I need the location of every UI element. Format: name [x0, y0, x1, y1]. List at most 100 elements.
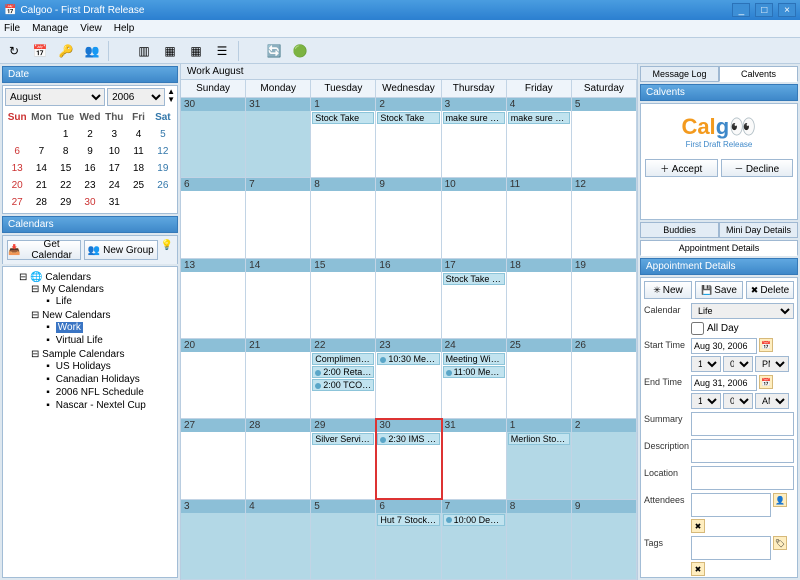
menu-file[interactable]: File — [4, 23, 20, 34]
end-hour[interactable]: 12 — [691, 393, 721, 409]
day-cell[interactable]: 12 — [572, 178, 637, 257]
event[interactable]: make sure Hut 7 ... — [443, 112, 505, 124]
tags-input[interactable] — [691, 536, 771, 560]
day-cell[interactable]: 31 — [442, 419, 507, 498]
day-cell[interactable]: 1Merlion Stock Take — [507, 419, 572, 498]
event[interactable]: Stock Take — [312, 112, 374, 124]
day-cell[interactable]: 302:30 IMS Me... — [376, 419, 441, 498]
day-cell[interactable]: 15 — [311, 259, 376, 338]
day-cell[interactable]: 3make sure Hut 7 ... — [442, 98, 507, 177]
event[interactable]: 2:30 IMS Me... — [377, 433, 439, 445]
calendar-picker-icon[interactable]: 📅 — [759, 375, 773, 389]
tab-calvents[interactable]: Calvents — [719, 66, 798, 82]
calendar-picker-icon[interactable]: 📅 — [759, 338, 773, 352]
add-attendee-icon[interactable]: 👤 — [773, 493, 787, 507]
weekview-icon[interactable]: ▦ — [160, 41, 180, 61]
event[interactable]: Stock Take — [377, 112, 439, 124]
start-hour[interactable]: 11 — [691, 356, 721, 372]
tree-item[interactable]: ▪ US Holidays — [43, 360, 173, 373]
tree-item[interactable]: ▪ Canadian Holidays — [43, 373, 173, 386]
mini-calendar[interactable]: SunMonTueWedThuFriSat 123456789101112131… — [5, 109, 175, 211]
day-cell[interactable]: 7 — [246, 178, 311, 257]
tree-item[interactable]: ▪ Work — [43, 321, 173, 334]
calendar-icon[interactable]: 📅 — [30, 41, 50, 61]
day-cell[interactable]: 8 — [507, 500, 572, 579]
day-cell[interactable]: 22Complimentary L...2:00 Retail S...2:00… — [311, 339, 376, 418]
day-cell[interactable]: 27 — [181, 419, 246, 498]
day-cell[interactable]: 5 — [311, 500, 376, 579]
calendar-tree[interactable]: ⊟ 🌐 Calendars ⊟ My Calendars▪ Life ⊟ New… — [2, 266, 178, 578]
tab-appointment-details[interactable]: Appointment Details — [640, 240, 798, 256]
day-cell[interactable]: 2310:30 Meeti... — [376, 339, 441, 418]
day-cell[interactable]: 1Stock Take — [311, 98, 376, 177]
month-grid[interactable]: 30311Stock Take2Stock Take3make sure Hut… — [181, 98, 637, 580]
day-cell[interactable]: 9 — [572, 500, 637, 579]
tab-miniday[interactable]: Mini Day Details — [719, 222, 798, 238]
day-cell[interactable]: 2Stock Take — [376, 98, 441, 177]
end-date-input[interactable] — [691, 375, 757, 391]
refresh-icon[interactable]: ↻ — [4, 41, 24, 61]
day-cell[interactable]: 13 — [181, 259, 246, 338]
day-cell[interactable]: 11 — [507, 178, 572, 257]
start-date-input[interactable] — [691, 338, 757, 354]
day-cell[interactable]: 6 — [181, 178, 246, 257]
event[interactable]: 10:30 Meeti... — [377, 353, 439, 365]
day-cell[interactable]: 3 — [181, 500, 246, 579]
sync-icon[interactable]: 🔄 — [264, 41, 284, 61]
day-cell[interactable]: 17Stock Take at Hub3 — [442, 259, 507, 338]
attendees-input[interactable] — [691, 493, 771, 517]
end-ampm[interactable]: AM — [755, 393, 789, 409]
people-icon[interactable]: 👥 — [82, 41, 102, 61]
tab-message-log[interactable]: Message Log — [640, 66, 719, 82]
year-spinner[interactable]: ▲▼ — [167, 88, 175, 106]
decline-button[interactable]: － Decline — [721, 159, 794, 177]
accept-button[interactable]: ＋ Accept — [645, 159, 718, 177]
event[interactable]: Hut 7 Stock Take — [377, 514, 439, 526]
day-cell[interactable]: 2 — [572, 419, 637, 498]
menu-manage[interactable]: Manage — [32, 23, 68, 34]
day-cell[interactable]: 710:00 Dept ... — [442, 500, 507, 579]
event[interactable]: make sure Hut 7 ... — [508, 112, 570, 124]
tree-item[interactable]: ▪ Life — [43, 295, 173, 308]
event[interactable]: Silver Service A... — [312, 433, 374, 445]
day-cell[interactable]: 20 — [181, 339, 246, 418]
month-select[interactable]: August — [5, 88, 105, 106]
day-cell[interactable]: 25 — [507, 339, 572, 418]
tab-buddies[interactable]: Buddies — [640, 222, 719, 238]
day-cell[interactable]: 14 — [246, 259, 311, 338]
year-select[interactable]: 2006 — [107, 88, 165, 106]
day-cell[interactable]: 28 — [246, 419, 311, 498]
day-cell[interactable]: 4make sure Hut 7 ... — [507, 98, 572, 177]
day-cell[interactable]: 10 — [442, 178, 507, 257]
dayview-icon[interactable]: ▥ — [134, 41, 154, 61]
day-cell[interactable]: 26 — [572, 339, 637, 418]
google-icon[interactable]: 🟢 — [290, 41, 310, 61]
day-cell[interactable]: 29Silver Service A... — [311, 419, 376, 498]
new-button[interactable]: ✳ New — [644, 281, 692, 299]
menu-help[interactable]: Help — [114, 23, 135, 34]
remove-attendee-icon[interactable]: ✖ — [691, 519, 705, 533]
tree-item[interactable]: ▪ Virtual Life — [43, 334, 173, 347]
day-cell[interactable]: 8 — [311, 178, 376, 257]
new-group-button[interactable]: 👥 New Group — [84, 240, 158, 260]
day-cell[interactable]: 9 — [376, 178, 441, 257]
event[interactable]: 10:00 Dept ... — [443, 514, 505, 526]
day-cell[interactable]: 18 — [507, 259, 572, 338]
day-cell[interactable]: 6Hut 7 Stock Take — [376, 500, 441, 579]
day-cell[interactable]: 30 — [181, 98, 246, 177]
close-button[interactable]: × — [778, 3, 796, 17]
menu-view[interactable]: View — [80, 23, 102, 34]
event[interactable]: Merlion Stock Take — [508, 433, 570, 445]
summary-input[interactable] — [691, 412, 794, 436]
event[interactable]: Complimentary L... — [312, 353, 374, 365]
day-cell[interactable]: 16 — [376, 259, 441, 338]
event[interactable]: 2:00 Retail S... — [312, 366, 374, 378]
delete-button[interactable]: ✖ Delete — [746, 281, 794, 299]
day-cell[interactable]: 5 — [572, 98, 637, 177]
day-cell[interactable]: 24Meeting With KK11:00 Meeti... — [442, 339, 507, 418]
add-tag-icon[interactable]: 🏷 — [773, 536, 787, 550]
key-icon[interactable]: 🔑 — [56, 41, 76, 61]
save-button[interactable]: 💾 Save — [695, 281, 743, 299]
start-min[interactable]: 00 — [723, 356, 753, 372]
calendar-select[interactable]: Life — [691, 303, 794, 319]
